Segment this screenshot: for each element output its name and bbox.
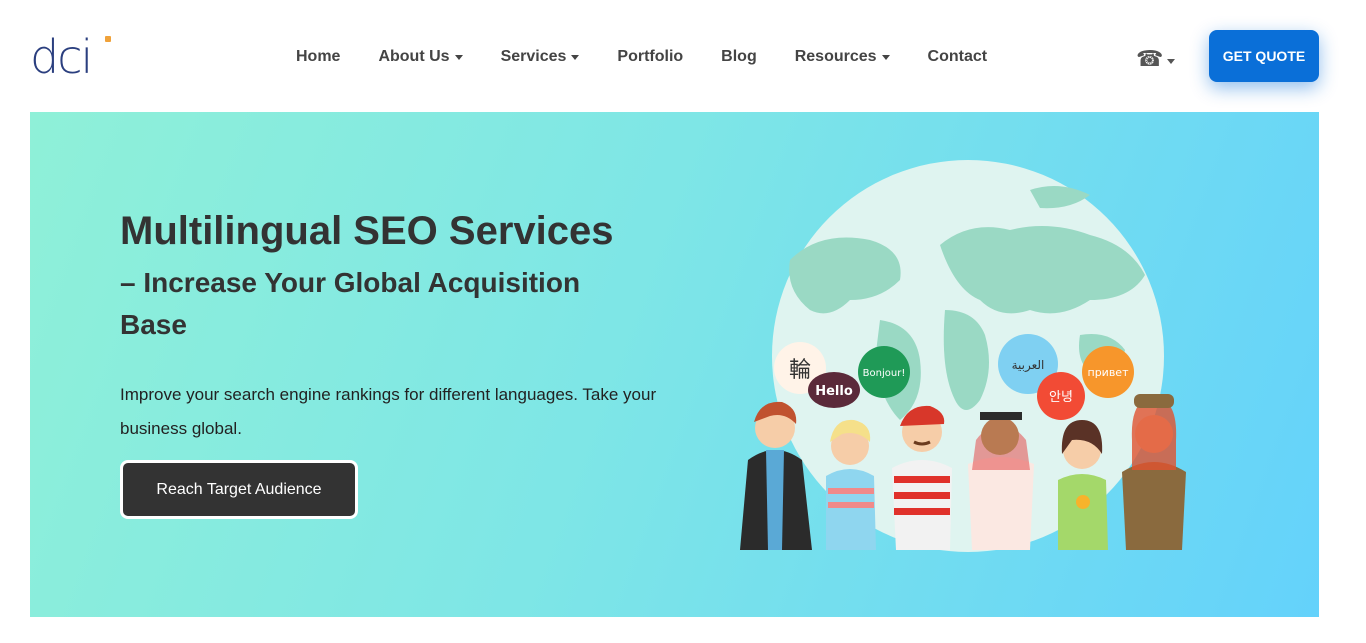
nav-portfolio-label: Portfolio (617, 48, 684, 65)
caret-down-icon (1167, 58, 1176, 64)
caret-down-icon (454, 54, 463, 60)
dci-logo[interactable]: dci (30, 32, 120, 82)
hero-banner: Multilingual SEO Services – Increase You… (30, 112, 1319, 617)
nav-about-us[interactable]: About Us (378, 48, 463, 66)
nav-portfolio[interactable]: Portfolio (617, 48, 683, 66)
nav-home-label: Home (296, 48, 341, 65)
nav-contact[interactable]: Contact (928, 48, 988, 66)
caret-down-icon (571, 54, 580, 60)
site-header: dci Home About Us Services Portfolio Blo… (0, 0, 1366, 112)
bubble-korean-text: 안녕 (1049, 390, 1073, 405)
nav-contact-label: Contact (927, 48, 988, 65)
bubble-hello-text: Hello (815, 384, 853, 399)
nav-about-us-label: About Us (378, 48, 450, 65)
phone-dropdown[interactable]: ☎ (1136, 46, 1176, 72)
nav-blog[interactable]: Blog (721, 48, 757, 66)
get-quote-button[interactable]: GET QUOTE (1209, 30, 1319, 82)
hero-subtitle: – Increase Your Global Acquisition Base (120, 267, 581, 340)
phone-icon: ☎ (1136, 46, 1164, 71)
speech-bubble-bonjour: Bonjour! (858, 346, 910, 398)
bubble-arabic-text: العربية (1012, 358, 1045, 373)
nav-services-label: Services (500, 48, 567, 65)
speech-bubble-hello: Hello (808, 372, 860, 408)
hero-description: Improve your search engine rankings for … (120, 385, 657, 438)
speech-bubble-korean: 안녕 (1037, 372, 1085, 420)
bubble-bonjour-text: Bonjour! (863, 368, 906, 379)
multilingual-people-illustration: 輪 Hello Bonjour! العربية 안녕 привет (740, 160, 1186, 552)
person-2-icon (826, 419, 876, 550)
nav-home[interactable]: Home (296, 48, 340, 66)
bubble-kanji-text: 輪 (789, 358, 811, 383)
bubble-russian-text: привет (1088, 366, 1130, 379)
logo-dot (105, 36, 111, 42)
nav-services[interactable]: Services (501, 48, 580, 66)
person-5-icon (1058, 420, 1108, 550)
nav-resources[interactable]: Resources (795, 48, 890, 66)
caret-down-icon (881, 54, 890, 60)
logo-text: dci (30, 30, 93, 84)
hero-title: Multilingual SEO Services (120, 209, 614, 253)
speech-bubble-russian: привет (1082, 346, 1134, 398)
nav-blog-label: Blog (721, 48, 757, 65)
nav-resources-label: Resources (794, 48, 877, 65)
main-nav: Home About Us Services Portfolio Blog Re… (296, 44, 1025, 70)
reach-target-audience-button[interactable]: Reach Target Audience (120, 460, 358, 519)
